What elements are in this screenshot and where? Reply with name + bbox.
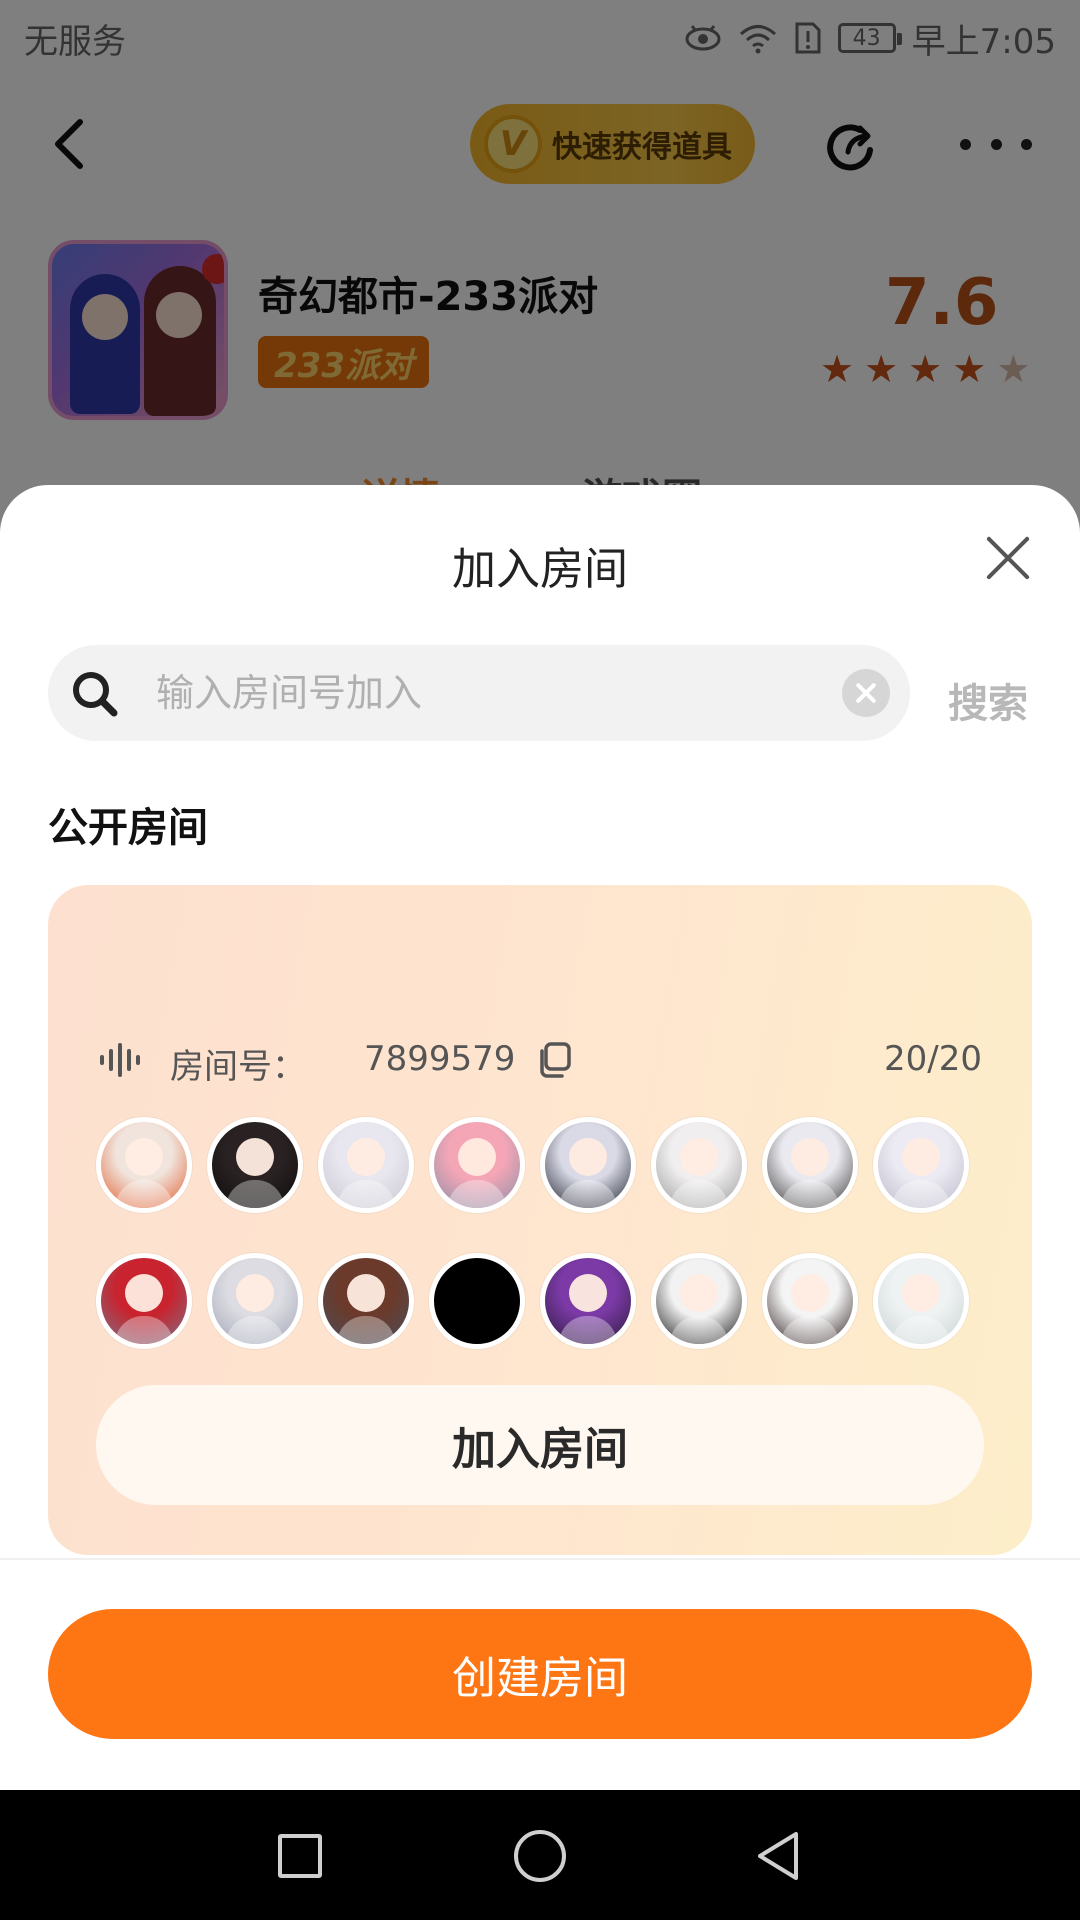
member-avatar[interactable]	[651, 1253, 747, 1349]
section-title: 公开房间	[48, 805, 208, 851]
member-avatar[interactable]	[207, 1253, 303, 1349]
member-avatar[interactable]	[207, 1117, 303, 1213]
member-avatar[interactable]	[540, 1253, 636, 1349]
room-members	[96, 1117, 984, 1389]
clear-input-icon[interactable]	[842, 669, 890, 717]
join-room-sheet: 加入房间 搜索 公开房间 房间号： 7899579 20/20	[0, 485, 1080, 1790]
search-bar	[48, 645, 910, 741]
join-room-button[interactable]: 加入房间	[96, 1385, 984, 1505]
home-icon[interactable]	[514, 1830, 566, 1882]
room-member-count: 20/20	[884, 1039, 982, 1079]
member-avatar[interactable]	[96, 1253, 192, 1349]
divider	[0, 1558, 1080, 1560]
room-id: 7899579	[364, 1039, 516, 1079]
voice-wave-icon	[100, 1043, 140, 1077]
room-id-label: 房间号：	[170, 1047, 306, 1087]
member-avatar[interactable]	[762, 1253, 858, 1349]
search-button[interactable]: 搜索	[948, 671, 1028, 729]
avatar-row	[96, 1117, 984, 1213]
create-room-button[interactable]: 创建房间	[48, 1609, 1032, 1739]
member-avatar[interactable]	[873, 1253, 969, 1349]
recent-apps-icon[interactable]	[278, 1834, 322, 1878]
room-card[interactable]: 房间号： 7899579 20/20 加入房间	[48, 885, 1032, 1555]
member-avatar[interactable]	[540, 1117, 636, 1213]
copy-icon[interactable]	[536, 1041, 572, 1079]
member-avatar[interactable]	[318, 1117, 414, 1213]
room-number-input[interactable]	[156, 645, 776, 741]
member-avatar[interactable]	[873, 1117, 969, 1213]
member-avatar[interactable]	[318, 1253, 414, 1349]
member-avatar[interactable]	[651, 1117, 747, 1213]
member-avatar[interactable]	[762, 1117, 858, 1213]
avatar-row	[96, 1253, 984, 1349]
member-avatar[interactable]	[429, 1117, 525, 1213]
close-icon[interactable]	[980, 531, 1034, 585]
room-header: 房间号： 7899579 20/20	[98, 1035, 982, 1087]
member-avatar[interactable]	[429, 1253, 525, 1349]
nav-back-icon[interactable]	[754, 1830, 802, 1882]
system-nav-bar	[0, 1790, 1080, 1920]
search-icon	[73, 672, 118, 717]
sheet-title: 加入房间	[452, 544, 628, 595]
member-avatar[interactable]	[96, 1117, 192, 1213]
